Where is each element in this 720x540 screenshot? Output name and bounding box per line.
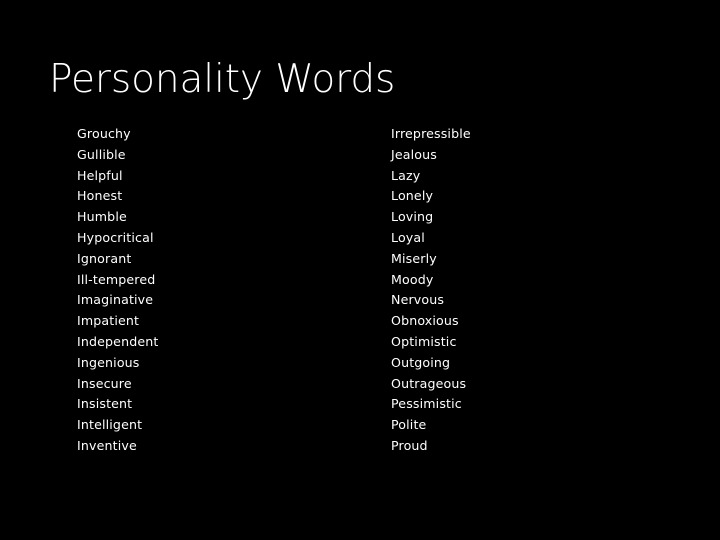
word-list-item: Inventive — [77, 437, 137, 453]
word-list-item: Grouchy — [77, 126, 131, 141]
word-list-item: Gullible — [77, 146, 126, 162]
word-list-item: Nervous — [391, 292, 445, 308]
word-list-left: Grouchy Gullible Helpful Honest Humble Hypocr… — [77, 124, 367, 457]
slide: Personality Words Grouchy Gullible Helpful… — [0, 0, 720, 540]
word-list-item: Humble — [77, 209, 127, 225]
word-list-item: Honest — [77, 188, 123, 204]
word-list-item: Miserly — [391, 250, 437, 266]
word-list-item: Lonely — [391, 188, 434, 204]
word-list-item: Loyal — [391, 229, 425, 245]
word-list-item: Loving — [391, 209, 434, 225]
word-columns: Grouchy Gullible Helpful Honest Humble Hypocr… — [0, 124, 720, 464]
word-list-item: Pessimistic — [391, 396, 462, 412]
word-list-item: Helpful — [77, 167, 123, 183]
word-list-item: Optimistic — [391, 333, 457, 349]
word-list-item: Ill-tempered — [77, 271, 156, 287]
word-list-item: Hypocritical — [77, 229, 154, 245]
word-list-item: Outgoing — [391, 354, 451, 370]
word-list-item: Jealous — [391, 146, 437, 162]
word-list-item: Ingenious — [77, 354, 140, 370]
word-list-item: Outrageous — [391, 375, 467, 391]
word-list-item: Obnoxious — [391, 313, 459, 329]
word-list-item: Independent — [77, 333, 159, 349]
word-list-item: Ignorant — [77, 250, 132, 266]
word-list-item: Insistent — [77, 396, 133, 412]
word-list-item: Lazy — [391, 167, 421, 183]
word-list-item: Moody — [391, 271, 434, 287]
word-list-item: Insecure — [77, 375, 132, 391]
word-list-item: Irrepressible — [391, 126, 471, 141]
word-list-item: Proud — [391, 437, 428, 453]
word-list-item: Polite — [391, 417, 427, 433]
word-list-item: Impatient — [77, 313, 140, 329]
page-title: Personality Words — [49, 57, 396, 102]
word-list-right: Irrepressible Jealous Lazy Lonely Loving Loya… — [391, 124, 681, 457]
word-list-item: Imaginative — [77, 292, 154, 308]
word-list-item: Intelligent — [77, 417, 143, 433]
